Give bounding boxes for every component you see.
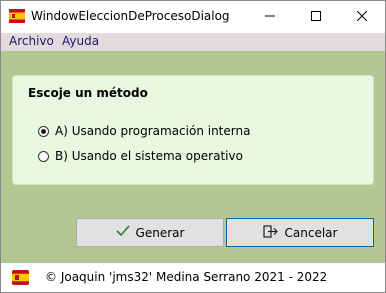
option-os[interactable]: B) Usando el sistema operativo (38, 148, 243, 164)
option-os-label[interactable]: B) Usando el sistema operativo (55, 149, 243, 163)
radio-button-os[interactable] (38, 150, 49, 162)
menu-archivo[interactable]: Archivo (9, 34, 54, 48)
exit-door-icon (262, 224, 279, 241)
spain-flag-icon (9, 9, 25, 23)
close-icon (356, 10, 368, 24)
option-internal[interactable]: A) Usando programación interna (38, 123, 250, 139)
status-bar: © Joaquin 'jms32' Medina Serrano 2021 - … (1, 263, 385, 292)
close-button[interactable] (339, 1, 385, 33)
generar-button[interactable]: Generar (76, 218, 224, 247)
dialog-window: WindowEleccionDeProcesoDialog Archivo Ay… (0, 0, 386, 293)
generar-label: Generar (135, 225, 185, 240)
group-title: Escoje un método (28, 86, 148, 100)
checkmark-icon (115, 225, 130, 240)
menu-ayuda[interactable]: Ayuda (62, 34, 99, 48)
option-internal-label[interactable]: A) Usando programación interna (55, 124, 250, 138)
menu-bar: Archivo Ayuda (1, 33, 385, 51)
minimize-button[interactable] (247, 1, 293, 33)
maximize-icon (311, 10, 321, 24)
copyright-text: © Joaquin 'jms32' Medina Serrano 2021 - … (45, 270, 328, 284)
title-bar[interactable]: WindowEleccionDeProcesoDialog (1, 1, 385, 33)
window-title: WindowEleccionDeProcesoDialog (31, 9, 230, 23)
cancelar-label: Cancelar (284, 225, 338, 240)
spain-flag-icon (12, 270, 29, 285)
method-group: Escoje un método A) Usando programación … (12, 75, 374, 185)
radio-button-internal[interactable] (38, 125, 49, 137)
minimize-icon (265, 10, 275, 24)
maximize-button[interactable] (293, 1, 339, 33)
cancelar-button[interactable]: Cancelar (226, 218, 374, 247)
content-area: Escoje un método A) Usando programación … (1, 51, 385, 263)
